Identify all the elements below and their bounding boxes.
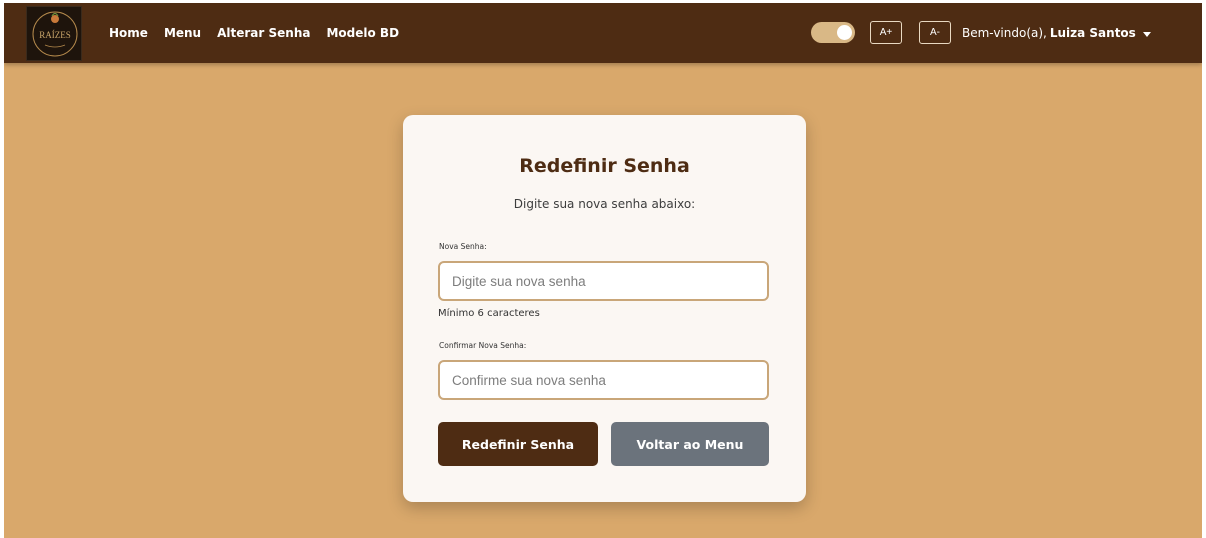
confirm-password-label: Confirmar Nova Senha:: [439, 341, 527, 350]
card-title: Redefinir Senha: [519, 155, 690, 177]
theme-toggle[interactable]: [811, 22, 855, 43]
navbar: RAÍZES Home Menu Alterar Senha Modelo BD…: [4, 3, 1202, 63]
card-subtitle: Digite sua nova senha abaixo:: [513, 197, 696, 211]
logo-emblem-icon: RAÍZES: [32, 11, 78, 57]
font-decrease-button[interactable]: A-: [919, 21, 951, 44]
redefinir-senha-button[interactable]: Redefinir Senha: [438, 422, 598, 466]
toggle-knob: [837, 25, 852, 40]
nav-link-home[interactable]: Home: [109, 26, 148, 40]
password-hint: Mínimo 6 caracteres: [438, 308, 540, 319]
new-password-input[interactable]: [438, 261, 769, 301]
reset-password-card: Redefinir Senha Digite sua nova senha ab…: [403, 115, 806, 502]
voltar-ao-menu-button[interactable]: Voltar ao Menu: [611, 422, 769, 466]
raizes-logo[interactable]: RAÍZES: [26, 6, 82, 61]
page: RAÍZES Home Menu Alterar Senha Modelo BD…: [4, 3, 1202, 538]
user-menu[interactable]: Bem-vindo(a), Luiza Santos: [962, 3, 1151, 63]
confirm-password-input[interactable]: [438, 360, 769, 400]
caret-down-icon: [1142, 31, 1151, 37]
logo-text: RAÍZES: [39, 30, 71, 40]
welcome-prefix: Bem-vindo(a),: [962, 26, 1047, 40]
nav-link-menu[interactable]: Menu: [164, 26, 201, 40]
nav-links: Home Menu Alterar Senha Modelo BD: [109, 3, 415, 63]
nav-link-modelo-bd[interactable]: Modelo BD: [326, 26, 399, 40]
font-increase-button[interactable]: A+: [870, 21, 902, 44]
nav-link-alterar-senha[interactable]: Alterar Senha: [217, 26, 310, 40]
new-password-label: Nova Senha:: [439, 242, 487, 251]
user-name: Luiza Santos: [1049, 26, 1136, 40]
